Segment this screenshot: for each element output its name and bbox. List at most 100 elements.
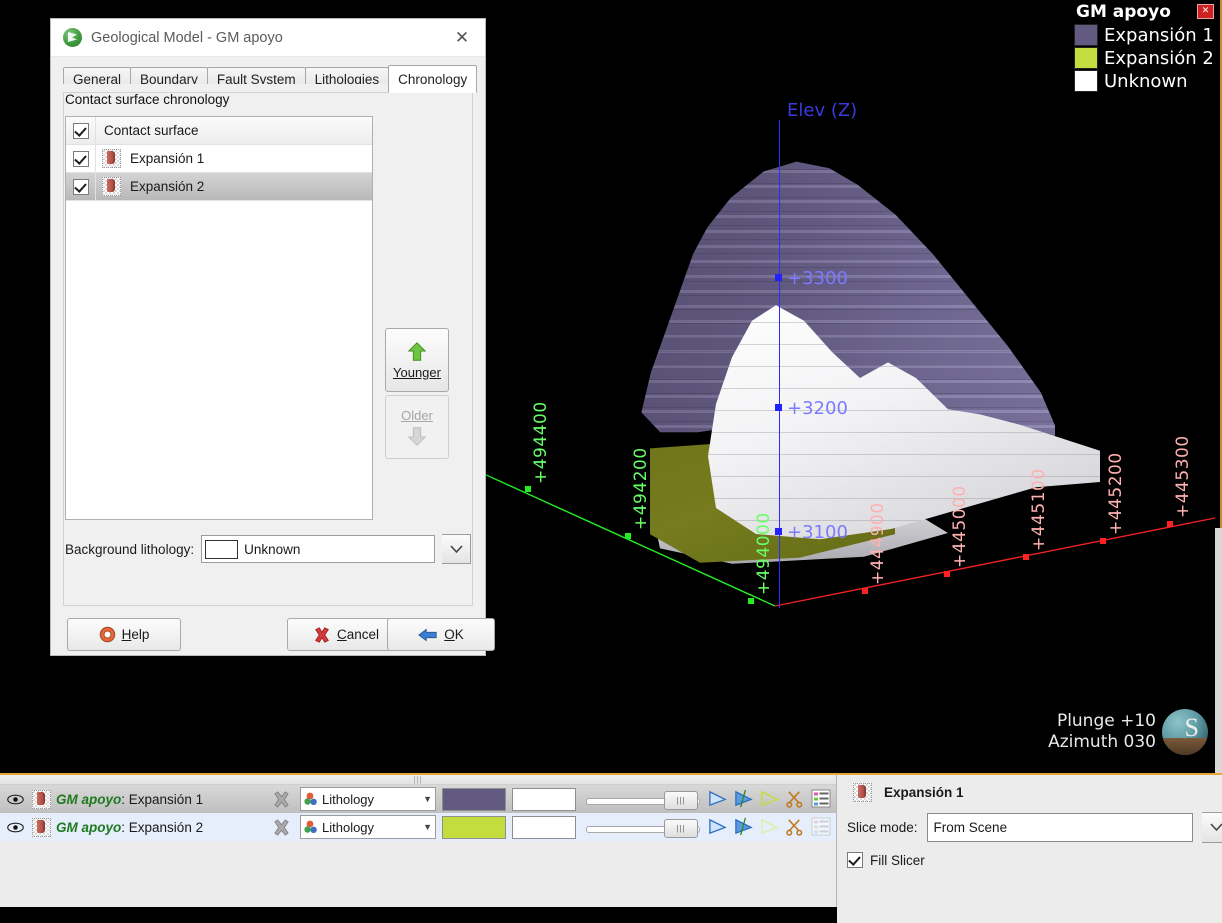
opacity-slider[interactable]: |||: [586, 789, 700, 810]
group-title: Contact surface chronology: [65, 92, 229, 107]
elevation-tick-mark: [775, 404, 782, 411]
fill-slicer-row[interactable]: Fill Slicer: [847, 852, 1222, 868]
scissors-icon[interactable]: [785, 817, 806, 837]
chronology-panel: Contact surface chronology Contact surfa…: [51, 84, 495, 655]
elevation-tick-label: +3200: [787, 398, 848, 419]
legend-list-icon[interactable]: [811, 789, 832, 809]
colorby-select[interactable]: Lithology ▼: [300, 815, 436, 839]
ok-button[interactable]: OK: [387, 618, 495, 651]
slicer-icon-3[interactable]: [759, 789, 780, 809]
cancel-button-label-rest: ancel: [346, 627, 380, 642]
remove-object-icon[interactable]: [268, 818, 294, 837]
scene-object-name: GM apoyo: Expansión 2: [56, 820, 203, 835]
elevation-tick-mark: [775, 528, 782, 535]
dialog-titlebar[interactable]: Geological Model - GM apoyo ✕: [51, 19, 485, 57]
object-color-swatch[interactable]: [442, 815, 506, 839]
chronology-list[interactable]: Contact surface Expansión 1 Expansión 2: [65, 116, 373, 520]
list-item-label: Contact surface: [104, 123, 199, 138]
chevron-down-icon[interactable]: [442, 534, 471, 564]
lifering-icon: [99, 626, 115, 643]
object-secondary-swatch[interactable]: [512, 787, 576, 811]
list-item-contact-surface[interactable]: Contact surface: [66, 117, 372, 145]
panel-resize-handle[interactable]: |||: [0, 775, 836, 785]
dialog-title: Geological Model - GM apoyo: [91, 29, 283, 46]
plunge-label: Plunge +10: [1056, 711, 1156, 731]
younger-button-label: Younger: [393, 364, 441, 380]
slice-mode-row: Slice mode: From Scene: [847, 812, 1222, 843]
chevron-down-icon[interactable]: ▼: [423, 822, 432, 832]
colorby-value: Lithology: [322, 819, 375, 835]
view-orientation-indicator[interactable]: Plunge +10 Azimuth 030 S: [1048, 709, 1208, 755]
legend-entry: Unknown: [1074, 70, 1216, 92]
slicer-icon-2[interactable]: [733, 817, 754, 837]
scissors-icon[interactable]: [785, 789, 806, 809]
tab-chronology[interactable]: Chronology: [388, 65, 478, 93]
fill-slicer-label: Fill Slicer: [870, 852, 925, 868]
object-separator: :: [121, 819, 129, 835]
slicer-icon-2[interactable]: [733, 789, 754, 809]
elevation-tick-label: +3300: [787, 268, 848, 289]
azimuth-label: Azimuth 030: [1048, 732, 1156, 752]
help-button-label-rest: elp: [131, 627, 150, 642]
slice-mode-select[interactable]: From Scene: [926, 813, 1193, 842]
object-separator: :: [121, 791, 129, 807]
elevation-tick-label: +3100: [787, 522, 848, 543]
arrow-up-icon: [407, 341, 427, 361]
scene-object-row-expansion-2[interactable]: GM apoyo: Expansión 2 Lithology ▼ |||: [0, 813, 836, 841]
easting-tick-label: +445100: [1029, 468, 1049, 551]
slicer-icon-1[interactable]: [707, 789, 728, 809]
arrow-down-icon: [407, 426, 427, 446]
background-lithology-label: Background lithology:: [65, 541, 195, 557]
list-item-expansion-1[interactable]: Expansión 1: [66, 145, 372, 173]
colorby-select[interactable]: Lithology ▼: [300, 787, 436, 811]
shape-properties-panel[interactable]: Expansión 1 Slice mode: From Scene Fill …: [837, 775, 1222, 923]
visibility-eye-icon[interactable]: [4, 794, 26, 805]
close-icon[interactable]: ✕: [445, 23, 479, 53]
contact-surface-icon: [853, 783, 872, 802]
scene-scrollbar[interactable]: [1215, 528, 1222, 773]
remove-object-icon[interactable]: [268, 790, 294, 809]
scene-object-name: GM apoyo: Expansión 1: [56, 792, 203, 807]
younger-button[interactable]: Younger: [385, 328, 449, 392]
list-item-checkbox[interactable]: [66, 145, 96, 172]
scene-object-row-expansion-1[interactable]: GM apoyo: Expansión 1 Lithology ▼ |||: [0, 785, 836, 813]
background-lithology-value: Unknown: [244, 541, 301, 557]
legend-swatch: [1074, 24, 1098, 46]
visibility-eye-icon[interactable]: [4, 822, 26, 833]
object-secondary-swatch[interactable]: [512, 815, 576, 839]
object-color-swatch[interactable]: [442, 787, 506, 811]
properties-title: Expansión 1: [884, 785, 964, 800]
dialog-buttons: Help Cancel OK: [51, 618, 495, 664]
list-item-checkbox[interactable]: [66, 173, 96, 200]
lithology-icon: [304, 820, 317, 833]
object-label: Expansión 1: [128, 791, 204, 807]
slice-mode-value: From Scene: [933, 820, 1008, 835]
background-lithology-row: Background lithology: Unknown: [65, 534, 471, 564]
list-item-expansion-2[interactable]: Expansión 2: [66, 173, 372, 201]
slice-mode-label: Slice mode:: [847, 820, 918, 835]
view-orientation-ball-icon[interactable]: S: [1162, 709, 1208, 755]
background-lithology-select[interactable]: Unknown: [201, 535, 435, 563]
legend-entry: Expansión 2: [1074, 47, 1216, 69]
chevron-down-icon[interactable]: ▼: [423, 794, 432, 804]
geological-model-dialog[interactable]: Geological Model - GM apoyo ✕ General Bo…: [50, 18, 495, 656]
chevron-down-icon[interactable]: [1202, 812, 1222, 843]
opacity-slider[interactable]: |||: [586, 817, 700, 838]
cancel-x-icon: [315, 626, 329, 643]
list-item-checkbox[interactable]: [66, 117, 96, 144]
easting-tick-label: +445300: [1173, 435, 1193, 518]
scene-objects-panel[interactable]: ||| GM apoyo: Expansión 1 Lithology ▼ ||…: [0, 775, 837, 907]
older-button: Older: [385, 395, 449, 459]
easting-tick-label: +444900: [868, 502, 888, 585]
legend-list-icon[interactable]: [811, 817, 832, 837]
help-button[interactable]: Help: [67, 618, 181, 651]
legend-close-icon[interactable]: ✕: [1197, 4, 1214, 19]
properties-header: Expansión 1: [847, 783, 1222, 802]
legend-label: Expansión 1: [1104, 24, 1214, 46]
fill-slicer-checkbox[interactable]: [847, 852, 863, 868]
legend-label: Expansión 2: [1104, 47, 1214, 69]
elevation-axis-title: Elev (Z): [787, 100, 858, 121]
contact-surface-icon: [32, 789, 51, 809]
slicer-icon-3[interactable]: [759, 817, 780, 837]
slicer-icon-1[interactable]: [707, 817, 728, 837]
